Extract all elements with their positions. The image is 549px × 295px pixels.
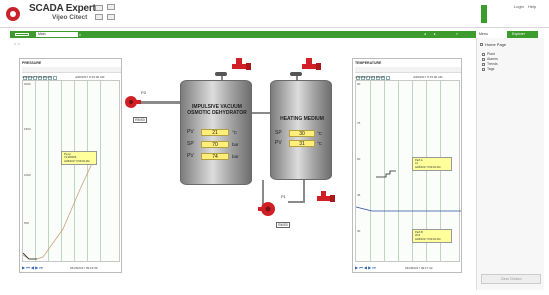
vessel2-row2-label: PV	[275, 140, 282, 146]
pump-p3-badge[interactable]: RMS0	[133, 117, 147, 123]
sidebar-item-label: Plant	[487, 52, 495, 56]
pressure-series-line	[23, 152, 98, 260]
pressure-start-date: 4/28/2017 8:10:00 AM	[22, 75, 52, 79]
pressure-toolbar	[22, 67, 121, 80]
vessel1-row1-label: PV	[187, 129, 194, 135]
pipe-p1	[288, 201, 305, 203]
temperature-trend-panel: TEMPERATURE 4/28/2017 8:10:00 AM 4/28/20…	[352, 58, 462, 273]
pipe-v2-bottom	[303, 180, 305, 202]
header-collapse-button[interactable]	[481, 5, 487, 23]
brand-subtitle: Vijeo Citect	[52, 14, 88, 21]
vessel1-row1-value[interactable]: 21	[201, 129, 229, 136]
pressure-plot-area[interactable]: 2000 1500 1000 500 Pump 79.406006 4/28/2…	[22, 80, 120, 262]
vessel2-row1-unit: °C	[317, 131, 323, 136]
tooltip-line: 4/28/2017 9:59:46 AM	[64, 159, 90, 163]
temperature-end-date: 4/28/2017 8:15:00 AM	[413, 75, 443, 79]
brand-title: SCADA Expert	[29, 3, 96, 14]
sidebar-tree: Plant Alarms Trends Tags	[482, 52, 498, 72]
vessel2-row1-value[interactable]: 30	[289, 130, 315, 137]
vessel1-row2-unit: bar	[232, 142, 239, 147]
valve-icon[interactable]	[300, 56, 322, 74]
temperature-footer-date[interactable]: 04/28/2017 09:17:02	[405, 266, 433, 270]
toolbar-icon-1[interactable]	[95, 5, 103, 11]
vessel2-row2-value[interactable]: 31	[289, 140, 315, 147]
tab-menu[interactable]: Menu	[476, 31, 507, 38]
temperature-play-controls[interactable]: ▶ ⏮ ◀ ▶ ⏭	[355, 265, 376, 270]
folder-icon	[482, 67, 485, 71]
vessel1-readings: PV 21 °C SP 70 bar PV 74 bar	[187, 129, 251, 169]
clear-clicked-button[interactable]: Clear Clicked	[481, 274, 541, 284]
sidebar-item-label: Tags	[487, 67, 495, 71]
home-icon	[480, 43, 483, 47]
nav-close-icon[interactable]: ×	[456, 31, 458, 38]
vessel1-row3-value[interactable]: 74	[201, 153, 229, 160]
sidebar-item-label: Trends	[487, 62, 498, 66]
vessel1-row2-label: SP	[187, 141, 194, 147]
navigation-sidebar: Home Page Plant Alarms Trends Tags Clear…	[476, 38, 544, 290]
tab-close-icon[interactable]: ×	[79, 32, 81, 37]
tooltip-line: 4/28/2017 9:59:46 AM	[415, 237, 441, 241]
temperature-plot-area[interactable]: 90 75 60 45 30 Path A 41 4/28/2017 9:59:…	[355, 80, 461, 262]
pressure-trend-panel: PRESSURE 4/28/2017 8:10:00 AM 4/28/2017 …	[19, 58, 122, 273]
folder-icon	[482, 62, 485, 66]
tab-main[interactable]: Main	[36, 32, 78, 37]
pressure-end-date: 4/28/2017 8:15:00 AM	[75, 75, 105, 79]
sidebar-home-label: Home Page	[485, 42, 507, 47]
login-link[interactable]: Login	[514, 4, 524, 9]
nav-prev-icon[interactable]: ◂	[424, 31, 426, 38]
pressure-tooltip: Pump 79.406006 4/28/2017 9:59:46 AM	[61, 151, 97, 166]
sidebar-item[interactable]: Tags	[482, 67, 498, 72]
temperature-start-date: 4/28/2017 8:10:00 AM	[355, 75, 385, 79]
toolbar-icon-4[interactable]	[107, 14, 115, 20]
toolbar-icon-2[interactable]	[107, 4, 115, 10]
sidebar-home[interactable]: Home Page	[480, 42, 506, 47]
vessel1-row3-unit: bar	[232, 154, 239, 159]
pump-icon[interactable]	[122, 94, 142, 110]
temperature-tooltip-2: Path B 26.8 4/28/2017 9:59:46 AM	[412, 229, 452, 244]
pump-p1-label: P1	[281, 194, 286, 199]
vessel1-row3-label: PV	[187, 153, 194, 159]
pressure-footer-date[interactable]: 04/28/2017 09:16:56	[70, 266, 98, 270]
pump-p1-badge[interactable]: RMS0	[276, 222, 290, 228]
folder-icon	[482, 52, 485, 56]
vessel1-title: IMPULSIVE VACUUM OSMOTIC DEHYDRATOR	[187, 104, 247, 116]
vessel2-readings: SP 30 °C PV 31 °C	[275, 130, 333, 160]
vessel1-cap	[215, 72, 227, 76]
vessel2-row1-label: SP	[275, 130, 282, 136]
scada-logo-icon	[6, 7, 20, 21]
home-tab-icon[interactable]	[15, 33, 29, 36]
vessel2-tank[interactable]: HEATING MEDIUM SP 30 °C PV 31 °C	[270, 80, 332, 180]
temperature-tooltip-1: Path A 41 4/28/2017 9:59:46 AM	[412, 157, 452, 172]
pipe-link	[251, 112, 270, 114]
vessel2-row2-unit: °C	[317, 141, 323, 146]
help-link[interactable]: Help	[528, 4, 536, 9]
pipe-p3	[140, 101, 180, 104]
toolbar-icon-3[interactable]	[95, 14, 103, 20]
temperature-toolbar	[355, 67, 461, 80]
vessel1-tank[interactable]: IMPULSIVE VACUUM OSMOTIC DEHYDRATOR PV 2…	[180, 80, 252, 185]
pressure-play-controls[interactable]: ▶ ⏮ ◀ ▶ ⏭	[22, 265, 43, 270]
pressure-title: PRESSURE	[22, 61, 42, 65]
vessel2-title: HEATING MEDIUM	[280, 116, 324, 122]
tooltip-line: 4/28/2017 9:59:46 AM	[415, 165, 441, 169]
vessel1-row1-unit: °C	[232, 130, 238, 135]
vessel1-row2-value[interactable]: 70	[201, 141, 229, 148]
pump-icon[interactable]	[256, 199, 280, 217]
folder-icon	[482, 57, 485, 61]
sidebar-item-label: Alarms	[487, 57, 498, 61]
breadcrumb[interactable]: < >	[14, 41, 20, 46]
pump-p3-label: P3	[141, 90, 146, 95]
tab-bar	[10, 31, 538, 38]
app-header: SCADA Expert Vijeo Citect Login Help	[0, 0, 549, 28]
valve-icon[interactable]	[230, 56, 252, 74]
tab-explorer[interactable]: Explorer	[512, 31, 538, 38]
temperature-title: TEMPERATURE	[355, 61, 382, 65]
valve-icon[interactable]	[316, 190, 336, 206]
nav-next-icon[interactable]: ▸	[434, 31, 436, 38]
